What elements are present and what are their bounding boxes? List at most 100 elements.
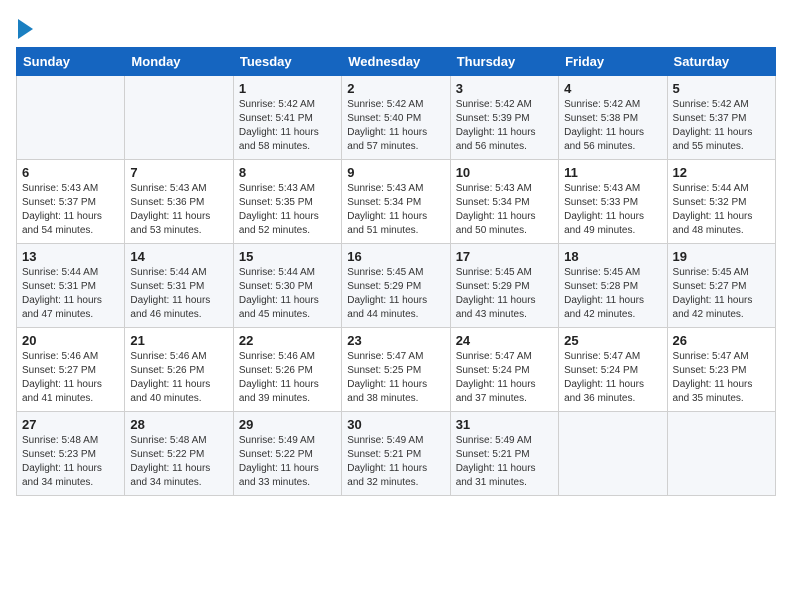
cell-content: Sunrise: 5:49 AMSunset: 5:22 PMDaylight:… [239,434,336,490]
cell-content: Sunrise: 5:48 AMSunset: 5:22 PMDaylight:… [130,434,227,490]
calendar-cell: 1 Sunrise: 5:42 AMSunset: 5:41 PMDaylight… [233,76,341,160]
calendar-cell: 24 Sunrise: 5:47 AMSunset: 5:24 PMDayligh… [450,328,558,412]
logo-arrow-icon [18,19,33,39]
page-header [16,16,776,39]
day-header: Thursday [450,48,558,76]
day-number: 25 [564,333,661,348]
day-number: 9 [347,165,444,180]
calendar-cell: 23Sunrise: 5:47 AMSunset: 5:25 PMDayligh… [342,328,450,412]
cell-content: Sunrise: 5:48 AMSunset: 5:23 PMDaylight:… [22,434,119,490]
cell-content: Sunrise: 5:43 AMSunset: 5:33 PMDaylight:… [564,182,661,238]
calendar-cell: 26 Sunrise: 5:47 AMSunset: 5:23 PMDayligh… [667,328,775,412]
day-header: Monday [125,48,233,76]
day-number: 17 [456,249,553,264]
day-number: 11 [564,165,661,180]
day-number: 31 [456,417,553,432]
calendar-cell: 12 Sunrise: 5:44 AMSunset: 5:32 PMDayligh… [667,160,775,244]
day-number: 24 [456,333,553,348]
calendar-cell: 29 Sunrise: 5:49 AMSunset: 5:22 PMDayligh… [233,412,341,496]
cell-content: Sunrise: 5:47 AMSunset: 5:23 PMDaylight:… [673,350,770,406]
calendar-header-row: SundayMondayTuesdayWednesdayThursdayFrid… [17,48,776,76]
calendar-cell: 21 Sunrise: 5:46 AMSunset: 5:26 PMDayligh… [125,328,233,412]
calendar-cell: 28 Sunrise: 5:48 AMSunset: 5:22 PMDayligh… [125,412,233,496]
cell-content: Sunrise: 5:49 AMSunset: 5:21 PMDaylight:… [456,434,553,490]
day-number: 8 [239,165,336,180]
day-number: 26 [673,333,770,348]
cell-content: Sunrise: 5:42 AMSunset: 5:37 PMDaylight:… [673,98,770,154]
cell-content: Sunrise: 5:45 AMSunset: 5:29 PMDaylight:… [456,266,553,322]
calendar-week-row: 6 Sunrise: 5:43 AMSunset: 5:37 PMDaylight… [17,160,776,244]
cell-content: Sunrise: 5:46 AMSunset: 5:27 PMDaylight:… [22,350,119,406]
calendar-week-row: 1 Sunrise: 5:42 AMSunset: 5:41 PMDaylight… [17,76,776,160]
cell-content: Sunrise: 5:44 AMSunset: 5:30 PMDaylight:… [239,266,336,322]
calendar-cell: 7 Sunrise: 5:43 AMSunset: 5:36 PMDaylight… [125,160,233,244]
cell-content: Sunrise: 5:43 AMSunset: 5:37 PMDaylight:… [22,182,119,238]
cell-content: Sunrise: 5:42 AMSunset: 5:40 PMDaylight:… [347,98,444,154]
calendar-week-row: 27 Sunrise: 5:48 AMSunset: 5:23 PMDayligh… [17,412,776,496]
day-number: 4 [564,81,661,96]
calendar-cell [17,76,125,160]
calendar-cell: 19Sunrise: 5:45 AMSunset: 5:27 PMDayligh… [667,244,775,328]
day-number: 23 [347,333,444,348]
cell-content: Sunrise: 5:42 AMSunset: 5:38 PMDaylight:… [564,98,661,154]
day-number: 10 [456,165,553,180]
day-number: 30 [347,417,444,432]
calendar-cell [559,412,667,496]
calendar-cell: 20 Sunrise: 5:46 AMSunset: 5:27 PMDayligh… [17,328,125,412]
calendar-cell: 17 Sunrise: 5:45 AMSunset: 5:29 PMDayligh… [450,244,558,328]
calendar-cell [667,412,775,496]
calendar-cell: 6 Sunrise: 5:43 AMSunset: 5:37 PMDaylight… [17,160,125,244]
calendar-cell: 31 Sunrise: 5:49 AMSunset: 5:21 PMDayligh… [450,412,558,496]
calendar-table: SundayMondayTuesdayWednesdayThursdayFrid… [16,47,776,496]
day-number: 5 [673,81,770,96]
day-number: 21 [130,333,227,348]
calendar-cell: 11 Sunrise: 5:43 AMSunset: 5:33 PMDayligh… [559,160,667,244]
day-number: 2 [347,81,444,96]
calendar-cell: 30 Sunrise: 5:49 AMSunset: 5:21 PMDayligh… [342,412,450,496]
cell-content: Sunrise: 5:45 AMSunset: 5:27 PMDaylight:… [673,266,770,322]
day-number: 1 [239,81,336,96]
calendar-week-row: 13Sunrise: 5:44 AMSunset: 5:31 PMDayligh… [17,244,776,328]
day-number: 18 [564,249,661,264]
calendar-cell: 10 Sunrise: 5:43 AMSunset: 5:34 PMDayligh… [450,160,558,244]
cell-content: Sunrise: 5:43 AMSunset: 5:36 PMDaylight:… [130,182,227,238]
cell-content: Sunrise: 5:45 AMSunset: 5:28 PMDaylight:… [564,266,661,322]
calendar-cell: 18 Sunrise: 5:45 AMSunset: 5:28 PMDayligh… [559,244,667,328]
cell-content: Sunrise: 5:49 AMSunset: 5:21 PMDaylight:… [347,434,444,490]
cell-content: Sunrise: 5:44 AMSunset: 5:31 PMDaylight:… [22,266,119,322]
cell-content: Sunrise: 5:47 AMSunset: 5:24 PMDaylight:… [564,350,661,406]
day-number: 20 [22,333,119,348]
calendar-cell: 13Sunrise: 5:44 AMSunset: 5:31 PMDayligh… [17,244,125,328]
day-number: 6 [22,165,119,180]
cell-content: Sunrise: 5:43 AMSunset: 5:35 PMDaylight:… [239,182,336,238]
day-number: 28 [130,417,227,432]
day-header: Friday [559,48,667,76]
calendar-body: 1 Sunrise: 5:42 AMSunset: 5:41 PMDaylight… [17,76,776,496]
calendar-cell: 27 Sunrise: 5:48 AMSunset: 5:23 PMDayligh… [17,412,125,496]
cell-content: Sunrise: 5:42 AMSunset: 5:39 PMDaylight:… [456,98,553,154]
cell-content: Sunrise: 5:46 AMSunset: 5:26 PMDaylight:… [130,350,227,406]
day-number: 29 [239,417,336,432]
calendar-cell: 4 Sunrise: 5:42 AMSunset: 5:38 PMDaylight… [559,76,667,160]
cell-content: Sunrise: 5:45 AMSunset: 5:29 PMDaylight:… [347,266,444,322]
calendar-cell: 9 Sunrise: 5:43 AMSunset: 5:34 PMDaylight… [342,160,450,244]
day-header: Tuesday [233,48,341,76]
calendar-cell: 14Sunrise: 5:44 AMSunset: 5:31 PMDayligh… [125,244,233,328]
calendar-cell: 16Sunrise: 5:45 AMSunset: 5:29 PMDayligh… [342,244,450,328]
calendar-cell: 8 Sunrise: 5:43 AMSunset: 5:35 PMDaylight… [233,160,341,244]
calendar-cell [125,76,233,160]
day-number: 3 [456,81,553,96]
calendar-cell: 22Sunrise: 5:46 AMSunset: 5:26 PMDayligh… [233,328,341,412]
day-number: 15 [239,249,336,264]
day-number: 12 [673,165,770,180]
calendar-cell: 25 Sunrise: 5:47 AMSunset: 5:24 PMDayligh… [559,328,667,412]
day-number: 7 [130,165,227,180]
cell-content: Sunrise: 5:43 AMSunset: 5:34 PMDaylight:… [456,182,553,238]
cell-content: Sunrise: 5:42 AMSunset: 5:41 PMDaylight:… [239,98,336,154]
calendar-cell: 2 Sunrise: 5:42 AMSunset: 5:40 PMDaylight… [342,76,450,160]
calendar-cell: 3 Sunrise: 5:42 AMSunset: 5:39 PMDaylight… [450,76,558,160]
cell-content: Sunrise: 5:47 AMSunset: 5:24 PMDaylight:… [456,350,553,406]
cell-content: Sunrise: 5:44 AMSunset: 5:32 PMDaylight:… [673,182,770,238]
day-number: 27 [22,417,119,432]
cell-content: Sunrise: 5:43 AMSunset: 5:34 PMDaylight:… [347,182,444,238]
